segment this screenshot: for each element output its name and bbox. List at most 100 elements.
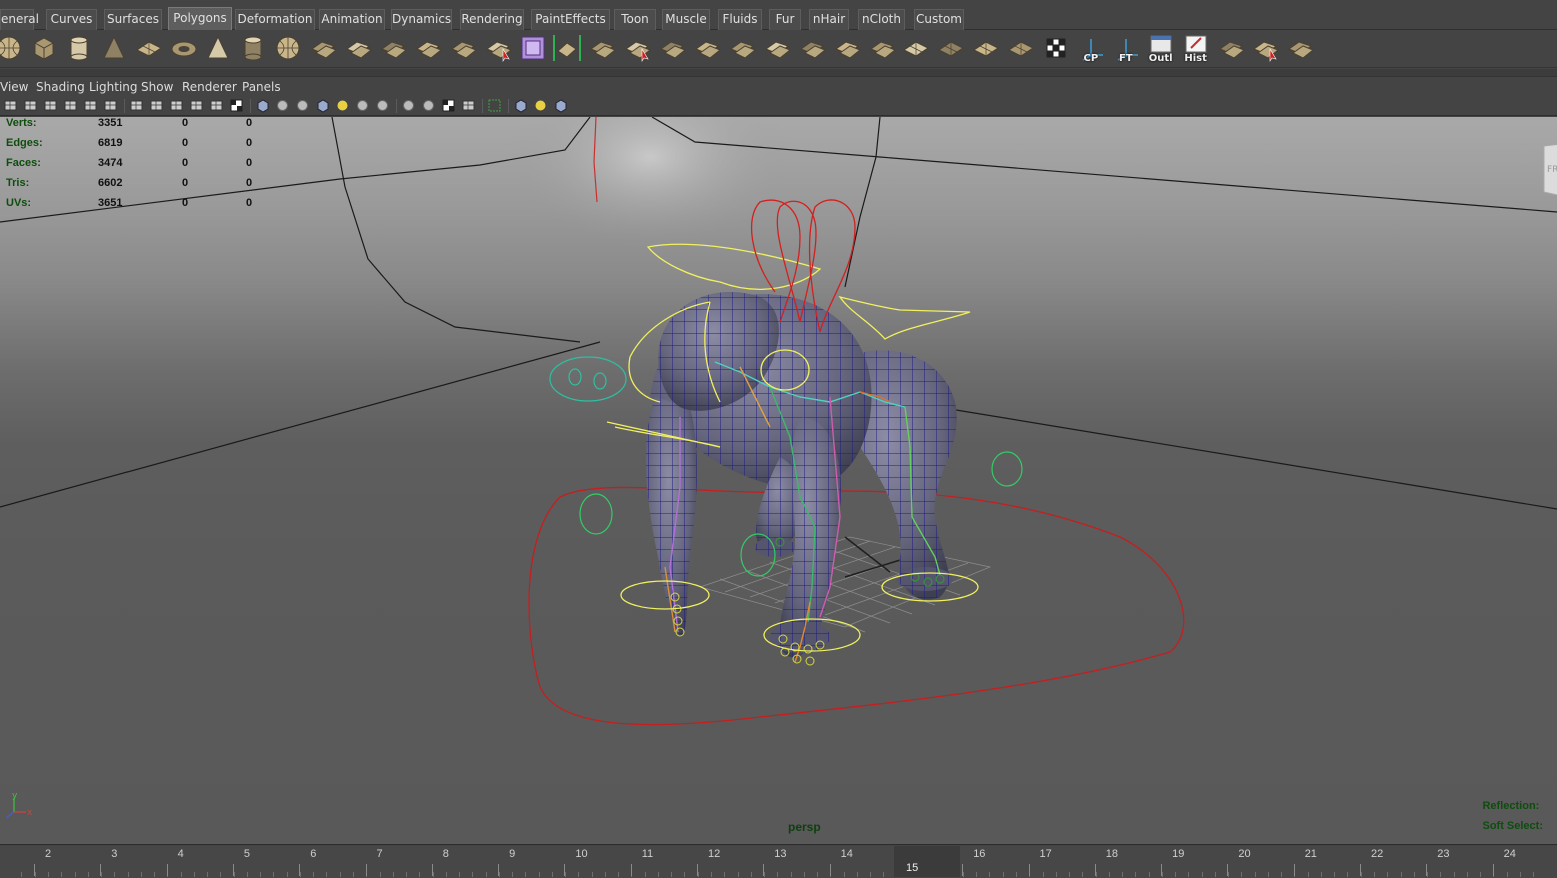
- history-icon[interactable]: Hist: [1181, 33, 1211, 64]
- toolbar-separator: [250, 99, 251, 113]
- poly-pipe-icon[interactable]: [238, 33, 268, 63]
- poly-plane-icon[interactable]: [134, 33, 164, 63]
- extrude-icon[interactable]: [518, 33, 548, 63]
- poly-torus-icon[interactable]: [169, 33, 199, 63]
- wedge-icon[interactable]: [832, 33, 862, 63]
- center-pivot-icon[interactable]: CP: [1076, 33, 1106, 64]
- shelf-tab-polygons[interactable]: Polygons: [168, 7, 232, 30]
- resolution-gate-icon[interactable]: [103, 98, 118, 113]
- wireframe-on-shaded-icon[interactable]: [295, 98, 310, 113]
- current-frame-marker[interactable]: [894, 846, 960, 877]
- backface-culling-icon[interactable]: [553, 98, 568, 113]
- poke-icon[interactable]: [867, 33, 897, 63]
- two-sided-lighting-icon[interactable]: [533, 98, 548, 113]
- shelf-tab-animation[interactable]: Animation: [319, 9, 385, 30]
- isolate-select-icon[interactable]: [513, 98, 528, 113]
- bridge-icon[interactable]: [552, 33, 582, 63]
- spherical-map-icon[interactable]: [971, 33, 1001, 63]
- poly-cone-icon[interactable]: [99, 33, 129, 63]
- anti-alias-icon[interactable]: [441, 98, 456, 113]
- shelf-tab-painteffects[interactable]: PaintEffects: [531, 9, 610, 30]
- smooth-icon[interactable]: [378, 33, 408, 63]
- mirror-geometry-icon[interactable]: [1216, 33, 1246, 63]
- append-polygon-icon[interactable]: [587, 33, 617, 63]
- bevel-icon[interactable]: [797, 33, 827, 63]
- outliner-icon[interactable]: Outl: [1146, 33, 1176, 64]
- high-quality-icon[interactable]: [375, 98, 390, 113]
- poly-sphere-icon[interactable]: [0, 33, 24, 63]
- transfer-attributes-icon[interactable]: [1285, 33, 1315, 63]
- shelf-tab-custom[interactable]: Custom: [914, 9, 964, 30]
- motion-blur-icon[interactable]: [421, 98, 436, 113]
- collapse-icon[interactable]: [762, 33, 792, 63]
- separate-icon[interactable]: [343, 33, 373, 63]
- time-tick-label: 19: [1172, 848, 1185, 860]
- image-plane-icon[interactable]: [63, 98, 78, 113]
- shelf-tab-muscle[interactable]: Muscle: [662, 9, 710, 30]
- freeze-transform-icon[interactable]: FT: [1111, 33, 1141, 64]
- shelf-tab-surfaces[interactable]: Surfaces: [104, 9, 162, 30]
- master-control-curve[interactable]: [528, 486, 1185, 726]
- perspective-viewport[interactable]: Verts: 3351 0 0 Edges: 6819 0 0 Faces: 3474 0 0 Tris…: [0, 117, 1557, 844]
- panel-menu-view[interactable]: View: [0, 80, 28, 94]
- shelf-tab-deformation[interactable]: Deformation: [235, 9, 315, 30]
- hud-stat-value: 0: [182, 197, 189, 209]
- bookmarks-icon[interactable]: [43, 98, 58, 113]
- depth-of-field-icon[interactable]: [461, 98, 476, 113]
- automatic-map-icon[interactable]: [1006, 33, 1036, 63]
- shelf-tab-curves[interactable]: Curves: [46, 9, 97, 30]
- panel-menu-shading[interactable]: Shading: [36, 80, 85, 94]
- merge-icon[interactable]: [727, 33, 757, 63]
- uv-editor-icon[interactable]: [1041, 33, 1071, 63]
- time-tick-label: 2: [45, 848, 52, 860]
- shelf-tab-dynamics[interactable]: Dynamics: [391, 9, 452, 30]
- grid-toggle-icon[interactable]: [129, 98, 144, 113]
- sculpt-icon[interactable]: [413, 33, 443, 63]
- split-polygon-icon[interactable]: [622, 33, 652, 63]
- panel-menu-lighting[interactable]: Lighting: [89, 80, 138, 94]
- outliner-label: Outl: [1148, 53, 1173, 64]
- xray-icon[interactable]: [487, 98, 502, 113]
- grid-snap-icon[interactable]: [83, 98, 98, 113]
- shadows-icon[interactable]: [355, 98, 370, 113]
- textured-icon[interactable]: [315, 98, 330, 113]
- shelf-tab-nhair[interactable]: nHair: [809, 9, 849, 30]
- field-chart-icon[interactable]: [209, 98, 224, 113]
- poly-pyramid-icon[interactable]: [203, 33, 233, 63]
- time-track[interactable]: 23456789101112131415161718192021222324: [0, 846, 1557, 878]
- texture-icon[interactable]: [229, 98, 244, 113]
- view-cube[interactable]: FR: [1538, 144, 1557, 196]
- planar-map-icon[interactable]: [901, 33, 931, 63]
- panel-menu-show[interactable]: Show: [141, 80, 173, 94]
- safe-title-icon[interactable]: [189, 98, 204, 113]
- shelf-tab-eneral[interactable]: eneral: [0, 9, 39, 30]
- panel-menu-panels[interactable]: Panels: [242, 80, 281, 94]
- wireframe-icon[interactable]: [255, 98, 270, 113]
- poly-soccerball-icon[interactable]: [273, 33, 303, 63]
- smooth-shade-icon[interactable]: [275, 98, 290, 113]
- cylindrical-map-icon[interactable]: [936, 33, 966, 63]
- offset-edge-icon[interactable]: [692, 33, 722, 63]
- select-tool-icon[interactable]: [483, 33, 513, 63]
- shelf-tab-toon[interactable]: Toon: [614, 9, 656, 30]
- viewport-scene[interactable]: [0, 117, 1557, 844]
- shelf-tab-rendering[interactable]: Rendering: [460, 9, 524, 30]
- shelf-tab-fur[interactable]: Fur: [769, 9, 801, 30]
- select-camera-icon[interactable]: [3, 98, 18, 113]
- ambient-occlusion-icon[interactable]: [401, 98, 416, 113]
- poly-cube-icon[interactable]: [29, 33, 59, 63]
- time-tick-minor: [1188, 872, 1190, 877]
- panel-menu-renderer[interactable]: Renderer: [182, 80, 237, 94]
- camera-attributes-icon[interactable]: [23, 98, 38, 113]
- poly-cylinder-icon[interactable]: [64, 33, 94, 63]
- reverse-normals-icon[interactable]: [1250, 33, 1280, 63]
- fill-hole-icon[interactable]: [448, 33, 478, 63]
- safe-action-icon[interactable]: [169, 98, 184, 113]
- insert-edge-loop-icon[interactable]: [657, 33, 687, 63]
- use-lights-icon[interactable]: [335, 98, 350, 113]
- shelf-tab-fluids[interactable]: Fluids: [718, 9, 762, 30]
- time-slider[interactable]: 23456789101112131415161718192021222324 1…: [0, 844, 1557, 878]
- shelf-tab-ncloth[interactable]: nCloth: [858, 9, 905, 30]
- combine-icon[interactable]: [308, 33, 338, 63]
- film-gate-icon[interactable]: [149, 98, 164, 113]
